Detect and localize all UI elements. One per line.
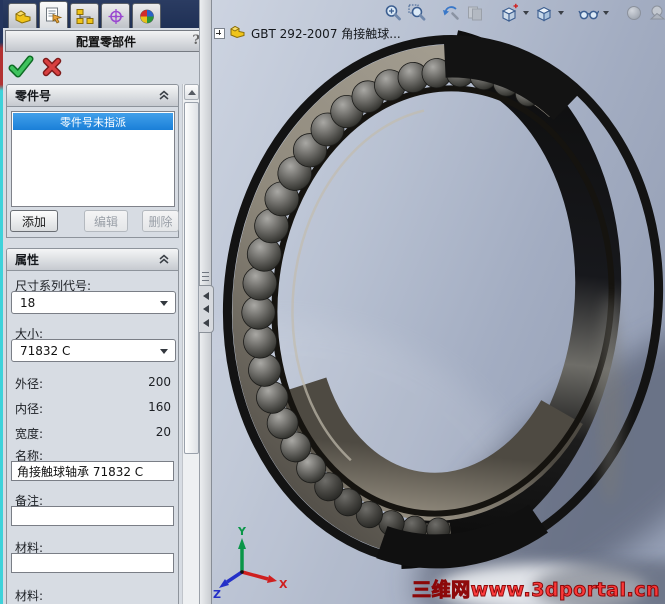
collapse-left-arrow-icon — [203, 291, 209, 300]
material2-label: 材料: — [15, 589, 44, 603]
manager-tab-bar — [3, 0, 212, 28]
list-item-selected[interactable]: 零件号未指派 — [13, 113, 173, 130]
part-number-group-header[interactable]: 零件号 — [7, 85, 178, 107]
previous-view-icon[interactable] — [440, 3, 461, 24]
panel-scrollbar[interactable] — [182, 84, 199, 604]
watermark: 三维网www.3dportal.cn — [412, 579, 660, 602]
collapse-chevron-icon[interactable] — [158, 253, 170, 267]
remark-input[interactable] — [11, 506, 174, 526]
part-number-list[interactable]: 零件号未指派 — [11, 111, 175, 207]
flyout-feature-tree: GBT 292-2007 角接触球... — [214, 24, 401, 43]
properties-group-title: 属性 — [15, 253, 40, 267]
collapse-left-arrow-icon — [203, 318, 209, 327]
panel-collapse-flyout[interactable] — [199, 285, 214, 333]
outer-dia-value: 200 — [148, 375, 171, 389]
properties-group-header[interactable]: 属性 — [7, 249, 178, 271]
collapse-left-arrow-icon — [203, 305, 209, 313]
metal-sheen — [598, 295, 622, 505]
name-input[interactable] — [11, 461, 174, 481]
display-style-caret-icon[interactable] — [558, 11, 564, 15]
tree-node-label[interactable]: GBT 292-2007 角接触球... — [251, 25, 401, 42]
size-series-value: 18 — [20, 295, 36, 310]
properties-group: 属性 尺寸系列代号: 18 大小: 71832 C 外径: 200 内径: 16… — [6, 248, 179, 604]
chevron-down-icon — [160, 301, 168, 306]
cancel-button[interactable] — [42, 57, 62, 81]
view-orientation-icon[interactable] — [498, 3, 519, 24]
splitter-grip[interactable] — [202, 272, 209, 283]
tab-dimxpertmanager[interactable] — [101, 3, 130, 28]
panel-title: 配置零部件 — [75, 34, 136, 49]
tree-expand-icon[interactable] — [214, 28, 225, 39]
graphics-viewport[interactable]: Y X Z GBT 292-2007 角接触球... 三维网www.3dport… — [12, 0, 665, 604]
size-select[interactable]: 71832 C — [11, 339, 176, 362]
display-style-icon[interactable] — [533, 3, 554, 24]
part-number-group-title: 零件号 — [15, 89, 52, 103]
material-input[interactable] — [11, 553, 174, 573]
tab-configurationmanager[interactable] — [70, 3, 99, 28]
part-icon — [229, 24, 247, 43]
triad-z-label: Z — [213, 588, 221, 601]
section-view-icon[interactable] — [464, 3, 485, 24]
inner-dia-label: 内径: — [15, 402, 44, 416]
apply-scene-icon[interactable] — [647, 3, 665, 24]
scrollbar-thumb[interactable] — [184, 102, 199, 454]
collapse-chevron-icon[interactable] — [158, 89, 170, 103]
delete-button[interactable]: 删除 — [142, 210, 179, 232]
bearing-3d-render[interactable]: Y X Z — [12, 0, 665, 604]
width-label: 宽度: — [15, 427, 44, 441]
outer-dia-label: 外径: — [15, 377, 44, 391]
ok-button[interactable] — [8, 55, 34, 83]
heads-up-toolbar — [382, 2, 665, 24]
inner-dia-value: 160 — [148, 400, 171, 414]
zoom-area-icon[interactable] — [406, 3, 427, 24]
propertymanager-title-bar: 配置零部件 ? — [5, 30, 207, 52]
window-edge-stripe — [0, 0, 3, 604]
edit-appearance-icon[interactable] — [623, 3, 644, 24]
triad-y-label: Y — [237, 525, 247, 538]
triad-x-label: X — [279, 578, 288, 591]
width-value: 20 — [155, 425, 171, 439]
edit-button[interactable]: 编辑 — [84, 210, 128, 232]
tab-displaymanager[interactable] — [132, 3, 161, 28]
size-series-select[interactable]: 18 — [11, 291, 176, 314]
solidworks-window: Y X Z GBT 292-2007 角接触球... 三维网www.3dport… — [0, 0, 665, 604]
zoom-fit-icon[interactable] — [382, 3, 403, 24]
hide-show-items-icon[interactable] — [578, 3, 599, 24]
hide-show-items-caret-icon[interactable] — [603, 11, 609, 15]
view-orientation-caret-icon[interactable] — [523, 11, 529, 15]
scrollbar-up-arrow[interactable] — [184, 84, 199, 100]
add-button[interactable]: 添加 — [10, 210, 58, 232]
chevron-down-icon — [160, 349, 168, 354]
tab-featuremanager[interactable] — [8, 3, 37, 28]
tab-propertymanager[interactable] — [39, 1, 68, 28]
size-value: 71832 C — [20, 343, 71, 358]
